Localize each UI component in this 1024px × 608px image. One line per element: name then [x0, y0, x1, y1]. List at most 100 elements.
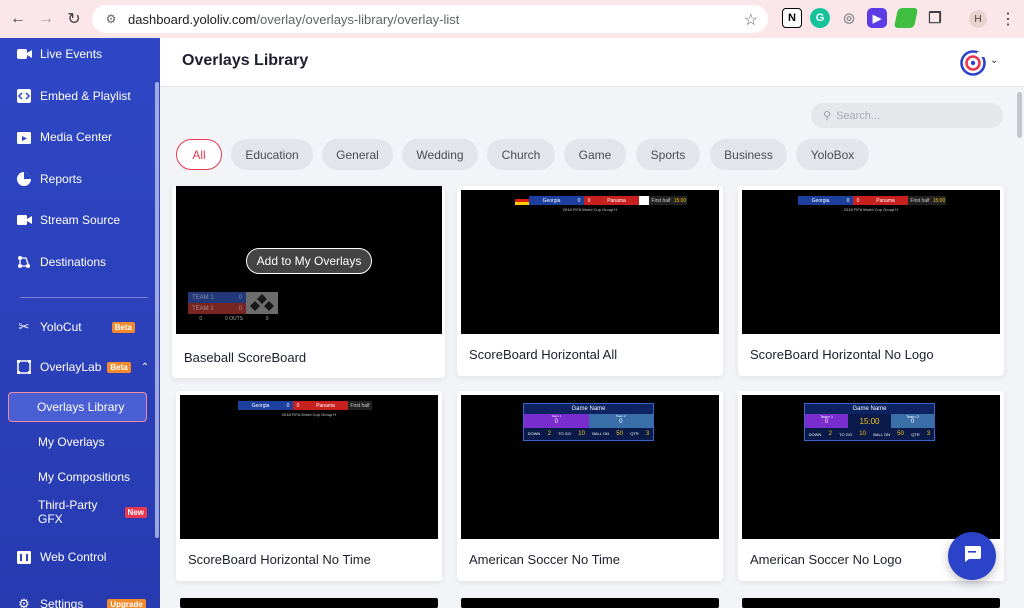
filter-chip-general[interactable]: General	[322, 139, 393, 170]
sidebar-item-live-events[interactable]: Live Events	[0, 39, 160, 69]
baseball-balls: 0	[266, 316, 269, 325]
sidebar-item-stream-source[interactable]: Stream Source	[0, 205, 160, 235]
media-icon	[16, 129, 32, 145]
overlay-card[interactable]: Georgia 0 0 Panama First half 2018 FIFA …	[176, 391, 442, 581]
sidebar-subitem-label: Third-Party GFX	[38, 498, 121, 526]
overlay-card[interactable]: TEAM 10 TEAM 20 0 0 OUTS 0 Add to My Ove…	[172, 186, 445, 378]
browser-menu-icon[interactable]: ⋮	[1000, 9, 1016, 29]
baseball-score2: 0	[239, 306, 242, 312]
sidebar-item-web-control[interactable]: Web Control	[0, 542, 160, 572]
baseball-team1: TEAM 1	[192, 295, 214, 301]
scoreboard-preview: Georgia 0 0 Panama First half 15:00	[515, 196, 687, 205]
bookmark-star-icon[interactable]: ☆	[744, 10, 758, 30]
address-bar[interactable]: ⚙ dashboard.yololiv.com/overlay/overlays…	[92, 5, 768, 33]
sidebar-item-settings[interactable]: ⚙ Settings Upgrade	[0, 589, 160, 608]
sidebar-item-destinations[interactable]: Destinations	[0, 247, 160, 277]
search-icon: ⚲	[823, 109, 831, 122]
am-stat-label: DOWN	[809, 432, 822, 437]
baseball-score1: 0	[239, 295, 242, 301]
sidebar-subitem-my-overlays[interactable]: My Overlays	[8, 427, 147, 457]
search-input[interactable]	[836, 110, 986, 122]
sidebar-item-embed-playlist[interactable]: Embed & Playlist	[0, 81, 160, 111]
sidebar-item-label: OverlayLab	[40, 360, 101, 374]
overlay-card[interactable]: Game Name Team 1 Team 2 0 0 DOWN 2 TO GO…	[457, 391, 723, 581]
sidebar-subitem-my-compositions[interactable]: My Compositions	[8, 462, 147, 492]
brand-logo-icon[interactable]	[960, 50, 986, 76]
am-stat-value: 3	[646, 431, 649, 437]
team2-score: 0	[853, 196, 863, 205]
team2-name: Panama	[863, 196, 908, 205]
pie-chart-icon	[16, 171, 32, 187]
overlay-card[interactable]: Georgia 0 0 Panama First half 15:00 2018…	[738, 186, 1004, 376]
profile-avatar[interactable]: H	[969, 10, 987, 28]
filter-chip-education[interactable]: Education	[231, 139, 313, 170]
scissors-icon: ✂	[16, 319, 32, 335]
sidebar-subitem-overlays-library[interactable]: Overlays Library	[8, 392, 147, 422]
grammarly-extension-icon[interactable]: G	[810, 8, 830, 28]
team1-name: Georgia	[529, 196, 574, 205]
overlay-name: ScoreBoard Horizontal No Logo	[750, 347, 934, 362]
green-extension-icon[interactable]	[894, 8, 918, 28]
chat-support-button[interactable]	[948, 532, 996, 580]
overlay-name: ScoreBoard Horizontal No Time	[188, 552, 371, 567]
sidebar-item-label: Reports	[40, 172, 82, 186]
upgrade-badge: Upgrade	[107, 599, 145, 608]
sidebar-subitem-third-party-gfx[interactable]: Third-Party GFX New	[8, 497, 147, 527]
main-header: Overlays Library ⌄	[160, 38, 1024, 87]
play-extension-icon[interactable]: ▶	[867, 8, 887, 28]
team1-score: 0	[574, 196, 584, 205]
filter-chip-business[interactable]: Business	[710, 139, 787, 170]
puzzle-extensions-icon[interactable]: ❐	[925, 8, 945, 28]
panama-flag-icon	[639, 196, 649, 205]
search-field[interactable]: ⚲	[811, 103, 1003, 128]
page-scrollbar[interactable]	[1017, 92, 1022, 138]
chevron-up-icon[interactable]: ⌃	[141, 362, 149, 373]
sidebar-subitem-label: Overlays Library	[37, 400, 124, 414]
notion-extension-icon[interactable]: N	[782, 8, 802, 28]
overlay-name: American Soccer No Logo	[750, 552, 902, 567]
filter-chip-yolobox[interactable]: YoloBox	[796, 139, 869, 170]
back-arrow-icon[interactable]: ←	[4, 5, 32, 33]
filter-chip-all[interactable]: All	[176, 139, 222, 170]
sidebar-scrollbar[interactable]	[155, 82, 159, 538]
overlay-name: Baseball ScoreBoard	[184, 350, 306, 365]
destinations-icon	[16, 254, 32, 270]
sidebar-item-overlaylab[interactable]: OverlayLab Beta ⌃	[0, 352, 160, 382]
filter-chip-sports[interactable]: Sports	[636, 139, 700, 170]
filter-chip-wedding[interactable]: Wedding	[402, 139, 478, 170]
video-camera-icon	[16, 46, 32, 62]
filter-chip-game[interactable]: Game	[564, 139, 626, 170]
account-menu-chevron-icon[interactable]: ⌄	[990, 55, 998, 66]
team2-score: 0	[293, 401, 303, 410]
american-scoreboard-preview: Game Name Team 1 0 15:00 Team 2 0 DOWN 2…	[804, 403, 935, 441]
overlay-card-peek[interactable]	[180, 598, 438, 608]
filter-chip-church[interactable]: Church	[487, 139, 555, 170]
am-stat-value: 2	[548, 431, 551, 437]
camera-icon	[16, 212, 32, 228]
reload-icon[interactable]: ↻	[60, 5, 88, 33]
sidebar-item-yolocut[interactable]: ✂ YoloCut Beta	[0, 312, 160, 342]
overlay-card[interactable]: Georgia 0 0 Panama First half 15:00 2018…	[457, 186, 723, 376]
am-stat-value: 50	[897, 431, 904, 437]
overlay-thumbnail: Georgia 0 0 Panama First half 2018 FIFA …	[180, 395, 438, 539]
code-icon	[16, 88, 32, 104]
overlay-thumbnail: Game Name Team 1 0 15:00 Team 2 0 DOWN 2…	[742, 395, 1000, 539]
team2-score: 0	[584, 196, 594, 205]
sidebar-item-label: Embed & Playlist	[40, 89, 131, 103]
page-title: Overlays Library	[182, 52, 308, 70]
am-stat-label: TO GO	[558, 431, 571, 436]
overlay-card-peek[interactable]	[461, 598, 719, 608]
camera-extension-icon[interactable]: ◎	[839, 8, 859, 28]
sidebar-item-media-center[interactable]: Media Center	[0, 122, 160, 152]
sidebar-item-label: Stream Source	[40, 213, 120, 227]
period-label: First half	[348, 401, 372, 410]
sidebar-item-reports[interactable]: Reports	[0, 164, 160, 194]
forward-arrow-icon[interactable]: →	[32, 5, 60, 33]
overlay-thumbnail: Game Name Team 1 Team 2 0 0 DOWN 2 TO GO…	[461, 395, 719, 539]
sidebar-item-label: YoloCut	[40, 320, 82, 334]
overlay-card-peek[interactable]	[742, 598, 1000, 608]
site-settings-icon[interactable]: ⚙	[102, 10, 120, 28]
sidebar-divider	[20, 297, 148, 298]
url-path: /overlay/overlays-library/overlay-list	[256, 12, 459, 27]
add-to-my-overlays-button[interactable]: Add to My Overlays	[246, 248, 372, 274]
